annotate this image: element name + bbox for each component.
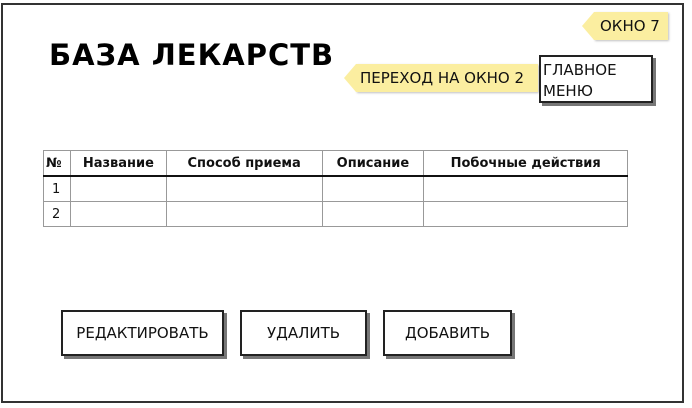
name-cell[interactable] <box>69 201 167 227</box>
edit-button[interactable]: РЕДАКТИРОВАТЬ <box>61 310 224 356</box>
name-cell[interactable] <box>69 176 167 202</box>
add-button[interactable]: ДОБАВИТЬ <box>383 310 512 356</box>
table-header-row: № Название Способ приема Описание Побочн… <box>43 150 628 177</box>
method-cell[interactable] <box>165 201 323 227</box>
page-title: БАЗА ЛЕКАРСТВ <box>49 38 335 72</box>
description-cell[interactable] <box>321 176 424 202</box>
side-effects-cell[interactable] <box>423 201 628 227</box>
delete-button[interactable]: УДАЛИТЬ <box>240 310 367 356</box>
description-cell[interactable] <box>321 201 424 227</box>
method-cell[interactable] <box>165 176 323 202</box>
navigation-note-label: ПЕРЕХОД НА ОКНО 2 <box>360 69 525 87</box>
medicines-table: № Название Способ приема Описание Побочн… <box>43 150 628 227</box>
navigation-note: ПЕРЕХОД НА ОКНО 2 <box>344 64 538 92</box>
column-header-side-effects: Побочные действия <box>423 150 628 177</box>
window-number-label: ОКНО 7 <box>600 17 660 35</box>
side-effects-cell[interactable] <box>423 176 628 202</box>
row-number-cell: 2 <box>43 201 71 227</box>
window-number-note: ОКНО 7 <box>582 12 668 40</box>
main-menu-button[interactable]: ГЛАВНОЕ МЕНЮ <box>539 55 653 103</box>
column-header-number: № <box>43 150 71 177</box>
row-number-cell: 1 <box>43 176 71 202</box>
table-row[interactable]: 1 <box>43 176 628 202</box>
column-header-description: Описание <box>321 150 424 177</box>
table-row[interactable]: 2 <box>43 201 628 227</box>
column-header-name: Название <box>69 150 167 177</box>
column-header-method: Способ приема <box>165 150 323 177</box>
